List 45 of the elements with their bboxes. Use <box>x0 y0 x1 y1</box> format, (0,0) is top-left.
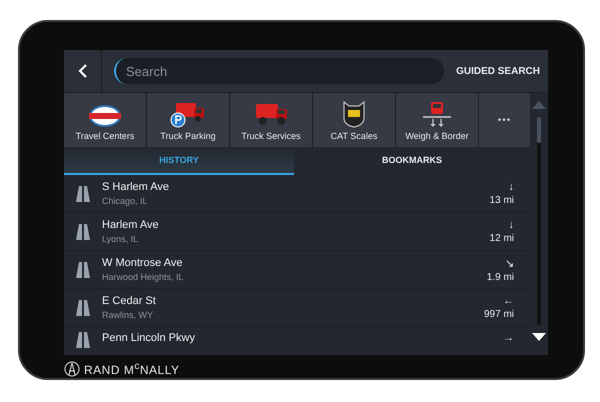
search-field[interactable]: Search <box>114 58 444 84</box>
category-button[interactable]: Travel Centers <box>64 93 146 147</box>
truck-parking-icon <box>170 100 206 128</box>
back-icon <box>78 64 88 78</box>
travel-center-logo-icon <box>88 104 122 128</box>
road-icon <box>76 300 90 316</box>
place-location: Rawlins, WY <box>102 310 154 320</box>
history-item[interactable]: W Montrose Ave Harwood Heights, IL ↘ 1.9 mi <box>64 251 530 289</box>
road-icon <box>76 262 90 278</box>
brand-logo: RAND M$^{c}$NALLY <box>84 361 180 377</box>
direction-arrow: ↓ <box>508 219 514 231</box>
scroll-thumb[interactable] <box>537 117 541 143</box>
direction-arrow: ↓ <box>508 181 514 193</box>
scroll-up-icon[interactable] <box>532 101 546 109</box>
direction-arrow: ↘ <box>505 256 514 270</box>
history-item[interactable]: S Harlem Ave Chicago, IL ↓ 13 mi <box>64 175 530 213</box>
distance: 13 mi <box>490 195 514 206</box>
truck-scale-icon <box>421 100 453 128</box>
road-icon <box>76 332 90 348</box>
place-location: Harwood Heights, IL <box>102 272 185 282</box>
guided-search-button[interactable]: GUIDED SEARCH <box>456 66 548 76</box>
compass-logo-icon <box>64 361 80 377</box>
direction-arrow: → <box>503 332 514 344</box>
distance: 12 mi <box>490 233 514 244</box>
road-icon <box>76 186 90 202</box>
place-name: Harlem Ave <box>102 219 160 231</box>
direction-arrow: ← <box>503 295 514 307</box>
category-button[interactable]: Truck Services <box>230 93 312 147</box>
distance: 997 mi <box>484 309 514 320</box>
place-location: Chicago, IL <box>102 196 149 206</box>
history-item[interactable]: E Cedar St Rawlins, WY ← 997 mi <box>64 289 530 327</box>
history-item[interactable]: Harlem Ave Lyons, IL ↓ 12 mi <box>64 213 530 251</box>
more-button[interactable]: ••• <box>479 93 530 147</box>
cat-shield-icon <box>342 100 366 128</box>
scroll-down-icon[interactable] <box>532 333 546 341</box>
place-location: Lyons, IL <box>102 234 140 244</box>
road-icon <box>76 224 90 240</box>
category-button[interactable]: CAT Scales <box>313 93 395 147</box>
place-name: Penn Lincoln Pkwy <box>102 332 196 344</box>
distance: 1.9 mi <box>486 272 514 282</box>
place-name: E Cedar St <box>102 295 157 307</box>
category-button[interactable]: Truck Parking <box>147 93 229 147</box>
place-name: S Harlem Ave <box>102 181 170 193</box>
category-button[interactable]: Weigh & Border <box>396 93 478 147</box>
place-name: W Montrose Ave <box>102 257 184 269</box>
